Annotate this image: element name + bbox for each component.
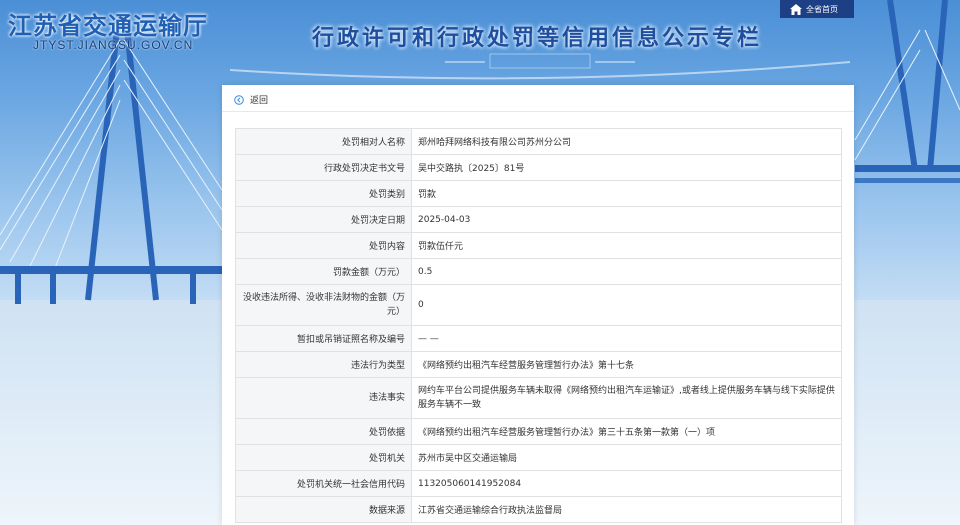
row-label: 处罚机关统一社会信用代码 [235,470,412,497]
penalty-info-table: 处罚相对人名称 郑州哈拜网络科技有限公司苏州分公司 行政处罚决定书文号 吴中交路… [235,128,842,523]
row-value: 0.5 [411,258,842,285]
table-row: 数据来源 江苏省交通运输综合行政执法监督局 [235,496,842,523]
row-value: — — [411,325,842,352]
table-row: 处罚机关 苏州市吴中区交通运输局 [235,444,842,471]
row-value: 郑州哈拜网络科技有限公司苏州分公司 [411,128,842,155]
row-label: 处罚类别 [235,180,412,207]
table-row: 违法行为类型 《网络预约出租汽车经营服务管理暂行办法》第十七条 [235,351,842,378]
table-row: 没收违法所得、没收非法财物的金额（万元） 0 [235,284,842,326]
row-value: 罚款 [411,180,842,207]
row-label: 违法行为类型 [235,351,412,378]
table-row: 处罚类别 罚款 [235,180,842,207]
home-link[interactable]: 全省首页 [780,0,854,18]
row-value: 网约车平台公司提供服务车辆未取得《网络预约出租汽车运输证》,或者线上提供服务车辆… [411,377,842,419]
site-url: JTYST.JIANGSU.GOV.CN [33,38,194,52]
row-value: 江苏省交通运输综合行政执法监督局 [411,496,842,523]
row-label: 数据来源 [235,496,412,523]
divider [222,111,854,112]
home-link-label: 全省首页 [806,4,838,14]
banner-title: 行政许可和行政处罚等信用信息公示专栏 [312,26,763,51]
row-label: 处罚依据 [235,418,412,445]
row-label: 没收违法所得、没收非法财物的金额（万元） [235,284,412,326]
home-icon [790,3,802,15]
back-label: 返回 [250,96,269,106]
table-row: 暂扣或吊销证照名称及编号 — — [235,325,842,352]
back-button[interactable]: 返回 [234,93,268,106]
row-value: 0 [411,284,842,326]
banner-decoration [445,53,635,69]
row-label: 罚款金额（万元） [235,258,412,285]
row-value: 罚款伍仟元 [411,232,842,259]
table-row: 处罚机关统一社会信用代码 113205060141952084 [235,470,842,497]
row-label: 违法事实 [235,377,412,419]
row-value: 《网络预约出租汽车经营服务管理暂行办法》第三十五条第一款第（一）项 [411,418,842,445]
row-label: 暂扣或吊销证照名称及编号 [235,325,412,352]
site-title: 江苏省交通运输厅 [8,12,208,40]
row-label: 处罚相对人名称 [235,128,412,155]
row-label: 处罚决定日期 [235,206,412,233]
row-value: 113205060141952084 [411,470,842,497]
table-row: 处罚决定日期 2025-04-03 [235,206,842,233]
table-row: 处罚相对人名称 郑州哈拜网络科技有限公司苏州分公司 [235,128,842,155]
table-row: 行政处罚决定书文号 吴中交路执〔2025〕81号 [235,154,842,181]
row-value: 《网络预约出租汽车经营服务管理暂行办法》第十七条 [411,351,842,378]
row-label: 处罚机关 [235,444,412,471]
table-row: 罚款金额（万元） 0.5 [235,258,842,285]
table-row: 处罚依据 《网络预约出租汽车经营服务管理暂行办法》第三十五条第一款第（一）项 [235,418,842,445]
table-row: 处罚内容 罚款伍仟元 [235,232,842,259]
detail-panel: 返回 处罚相对人名称 郑州哈拜网络科技有限公司苏州分公司 行政处罚决定书文号 吴… [222,85,854,525]
row-label: 处罚内容 [235,232,412,259]
table-row: 违法事实 网约车平台公司提供服务车辆未取得《网络预约出租汽车运输证》,或者线上提… [235,377,842,419]
back-arrow-icon [234,94,244,105]
row-value: 2025-04-03 [411,206,842,233]
row-value: 苏州市吴中区交通运输局 [411,444,842,471]
row-value: 吴中交路执〔2025〕81号 [411,154,842,181]
row-label: 行政处罚决定书文号 [235,154,412,181]
